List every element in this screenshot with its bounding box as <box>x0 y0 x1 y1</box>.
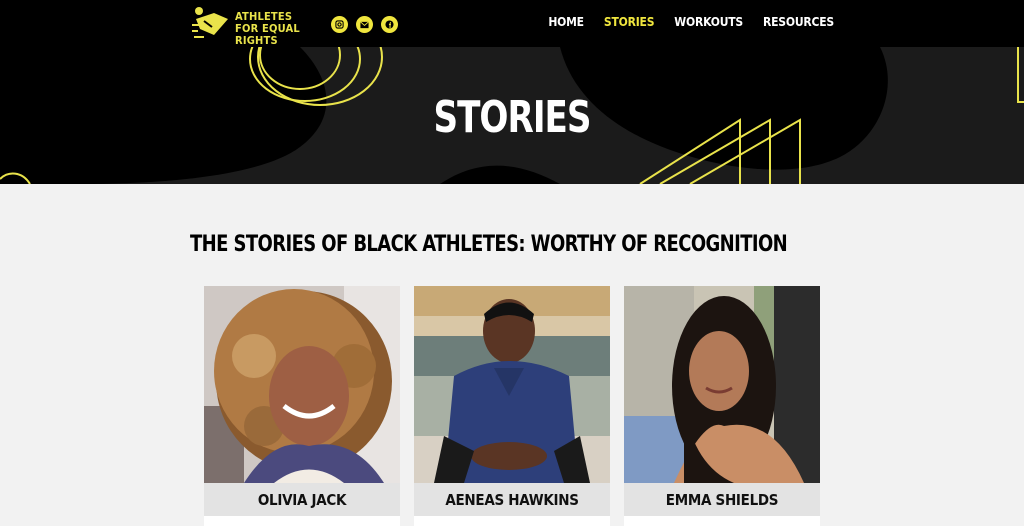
athlete-name: EMMA SHIELDS <box>665 490 779 509</box>
social-links <box>331 16 398 33</box>
athlete-card-emma[interactable]: EMMA SHIELDS <box>624 286 820 526</box>
athlete-name-bar: AENEAS HAWKINS <box>414 483 610 516</box>
email-icon[interactable] <box>356 16 373 33</box>
athlete-name-bar: EMMA SHIELDS <box>624 483 820 516</box>
athlete-card-aeneas[interactable]: AENEAS HAWKINS <box>414 286 610 526</box>
facebook-icon[interactable] <box>381 16 398 33</box>
section-heading: THE STORIES OF BLACK ATHLETES: WORTHY OF… <box>190 230 788 257</box>
athlete-photo <box>204 286 400 483</box>
athlete-name-bar: OLIVIA JACK <box>204 483 400 516</box>
instagram-icon[interactable] <box>331 16 348 33</box>
logo-icon <box>192 7 228 38</box>
athlete-cards: OLIVIA JACK AENEAS HAWKINS EMMA SHIELDS <box>204 286 820 526</box>
athlete-photo <box>624 286 820 483</box>
athlete-name: OLIVIA JACK <box>257 490 347 509</box>
nav-stories[interactable]: STORIES <box>604 15 655 29</box>
nav-resources[interactable]: RESOURCES <box>763 15 834 29</box>
page-title: STORIES <box>433 91 591 143</box>
top-nav-bar: ATHLETES FOR EQUAL RIGHTS HOME STORIES W… <box>0 0 1024 47</box>
hero-banner: STORIES <box>0 47 1024 184</box>
nav-workouts[interactable]: WORKOUTS <box>674 15 743 29</box>
nav-home[interactable]: HOME <box>548 15 584 29</box>
site-logo[interactable]: ATHLETES FOR EQUAL RIGHTS <box>190 5 310 47</box>
athlete-name: AENEAS HAWKINS <box>445 490 579 509</box>
athlete-card-olivia[interactable]: OLIVIA JACK <box>204 286 400 526</box>
main-nav: HOME STORIES WORKOUTS RESOURCES <box>528 15 834 29</box>
athlete-photo <box>414 286 610 483</box>
logo-text: ATHLETES FOR EQUAL RIGHTS <box>235 10 300 47</box>
